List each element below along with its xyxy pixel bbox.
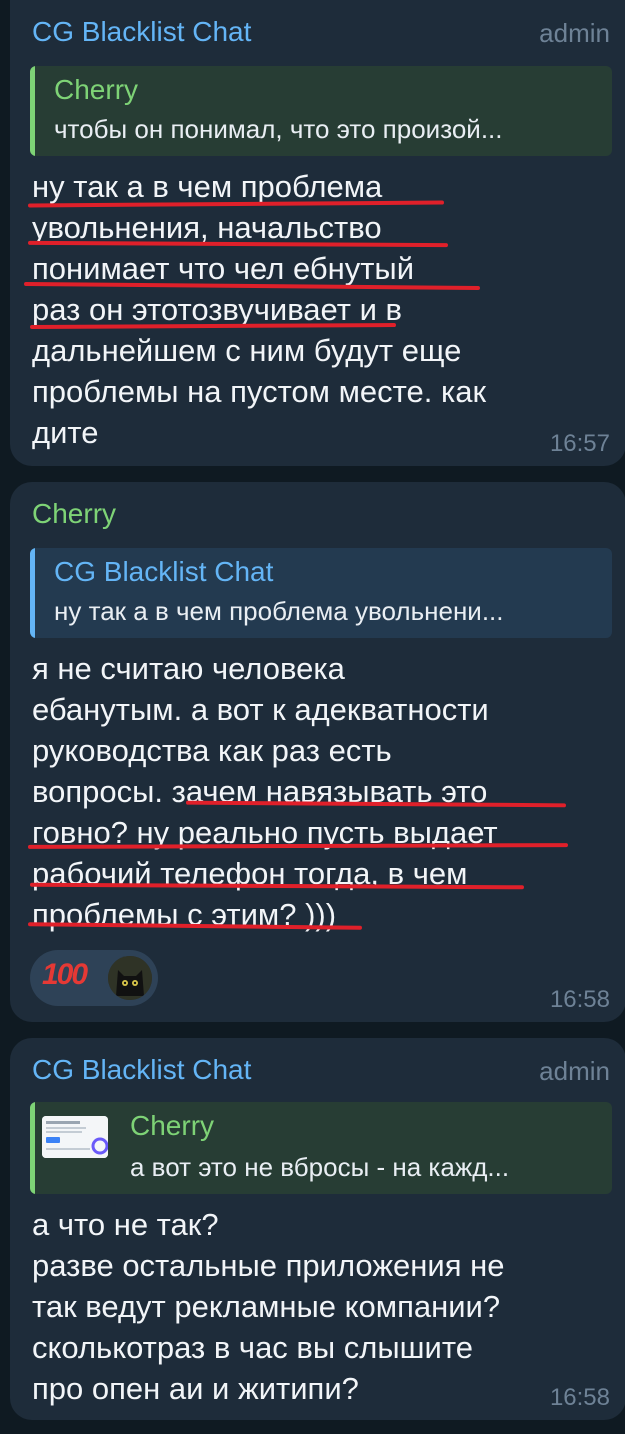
reply-bar	[30, 1102, 35, 1194]
text-line: дальнейшем с ним будут еще	[32, 333, 462, 368]
admin-badge: admin	[539, 1056, 610, 1086]
sender-name[interactable]: CG Blacklist Chat	[32, 16, 251, 48]
message-text: а что не так? разве остальные приложения…	[32, 1204, 592, 1409]
text-line: дите	[32, 415, 99, 450]
sender-name[interactable]: CG Blacklist Chat	[32, 1054, 251, 1086]
message-bubble[interactable]: Cherry CG Blacklist Chat ну так а в чем …	[10, 482, 625, 1022]
text-line: так ведут рекламные компании?	[32, 1289, 501, 1324]
reply-sender: Cherry	[54, 74, 139, 105]
message-text: ну так а в чем проблема увольнения, нача…	[32, 166, 592, 453]
message-bubble[interactable]: CG Blacklist Chat admin Cherry чтобы он …	[10, 0, 625, 466]
reply-text: ну так а в чем проблема увольнени...	[54, 596, 504, 626]
reply-bar	[30, 548, 35, 638]
message-time: 16:57	[549, 430, 610, 457]
text-line: проблемы на пустом месте. как	[32, 374, 487, 409]
avatar[interactable]	[108, 956, 152, 1000]
text-line: разве остальные приложения не	[32, 1248, 505, 1283]
reply-thumbnail	[42, 1116, 108, 1158]
text-line: про опен аи и житипи?	[32, 1371, 359, 1406]
reply-text: чтобы он понимал, что это произой...	[54, 114, 503, 144]
hundred-points-icon: 100	[42, 958, 88, 991]
message-bubble[interactable]: CG Blacklist Chat admin Cherry а вот это…	[10, 1038, 625, 1420]
text-line: а что не так?	[32, 1207, 219, 1242]
sender-name[interactable]: Cherry	[32, 498, 116, 530]
reply-sender: Cherry	[130, 1110, 215, 1141]
reply-bar	[30, 66, 35, 156]
reply-text: а вот это не вбросы - на кажд...	[130, 1152, 510, 1182]
reply-quote[interactable]: Cherry чтобы он понимал, что это произой…	[30, 66, 612, 156]
reply-quote[interactable]: Cherry а вот это не вбросы - на кажд...	[30, 1102, 612, 1194]
reply-quote[interactable]: CG Blacklist Chat ну так а в чем проблем…	[30, 548, 612, 638]
reply-sender: CG Blacklist Chat	[54, 556, 274, 587]
text-line: руководства как раз есть	[32, 733, 392, 768]
text-line: я не считаю человека	[32, 651, 345, 686]
message-text: я не считаю человека ебанутым. а вот к а…	[32, 648, 592, 935]
text-line: сколькотраз в час вы слышите	[32, 1330, 473, 1365]
text-line: ебанутым. а вот к адекватности	[32, 692, 489, 727]
message-time: 16:58	[549, 986, 610, 1013]
reaction-chip[interactable]: 100	[30, 950, 158, 1006]
message-time: 16:58	[549, 1384, 610, 1411]
admin-badge: admin	[539, 18, 610, 48]
